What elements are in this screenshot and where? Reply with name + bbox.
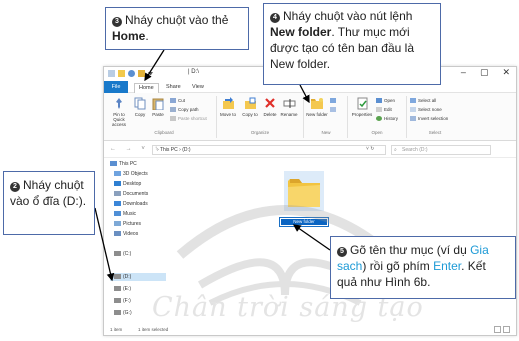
callout-step-5: 5 Gõ tên thư mục (ví dụ Gia sach) rồi gõ … (330, 236, 516, 299)
arrow-to-new-folder (299, 84, 310, 104)
step-number-badge: 3 (112, 17, 122, 27)
arrow-to-home-tab (144, 49, 165, 82)
callout-step-2: 2 Nháy chuột vào ổ đĩa (D:). (3, 171, 95, 235)
callout-step-3: 3 Nháy chuột vào thẻ Home. (105, 7, 249, 50)
arrow-to-drive-d (94, 207, 115, 282)
callout-step-4: 4 Nháy chuột vào nút lệnh New folder. Thư… (263, 3, 441, 85)
arrow-to-rename-box (292, 224, 331, 251)
step-number-badge: 4 (270, 13, 280, 23)
step-number-badge: 2 (10, 182, 20, 192)
step-number-badge: 5 (337, 247, 347, 257)
